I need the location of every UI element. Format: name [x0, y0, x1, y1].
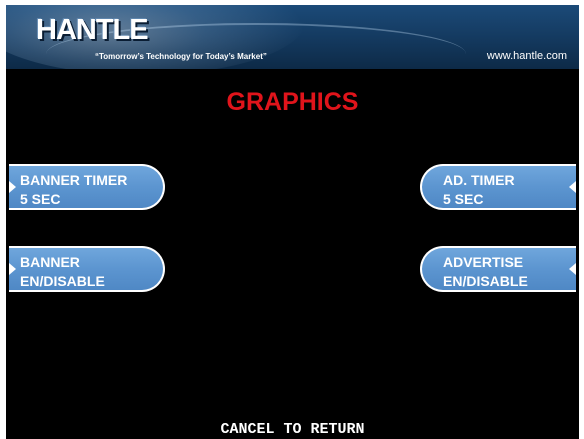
ad-timer-button[interactable]: AD. TIMER 5 SEC	[420, 164, 576, 210]
banner-enable-label: BANNER EN/DISABLE	[20, 254, 105, 289]
arrow-left-icon	[9, 181, 16, 193]
header-banner: HANTLE “Tomorrow’s Technology for Today’…	[6, 5, 579, 69]
advertise-enable-label: ADVERTISE EN/DISABLE	[443, 254, 528, 289]
hantle-logo: HANTLE	[36, 14, 149, 46]
banner-timer-button[interactable]: BANNER TIMER 5 SEC	[9, 164, 165, 210]
arrow-right-icon	[569, 181, 576, 193]
arrow-left-icon	[9, 263, 16, 275]
advertise-enable-button[interactable]: ADVERTISE EN/DISABLE	[420, 246, 576, 292]
cancel-to-return-text: CANCEL TO RETURN	[220, 421, 365, 438]
banner-enable-button[interactable]: BANNER EN/DISABLE	[9, 246, 165, 292]
atm-screen: HANTLE “Tomorrow’s Technology for Today’…	[6, 5, 579, 439]
tagline: “Tomorrow’s Technology for Today’s Marke…	[95, 52, 267, 61]
ad-timer-label: AD. TIMER 5 SEC	[443, 172, 515, 207]
page-title: GRAPHICS	[226, 88, 359, 116]
website-url: www.hantle.com	[486, 50, 567, 62]
arrow-right-icon	[569, 263, 576, 275]
banner-timer-label: BANNER TIMER 5 SEC	[20, 172, 128, 207]
